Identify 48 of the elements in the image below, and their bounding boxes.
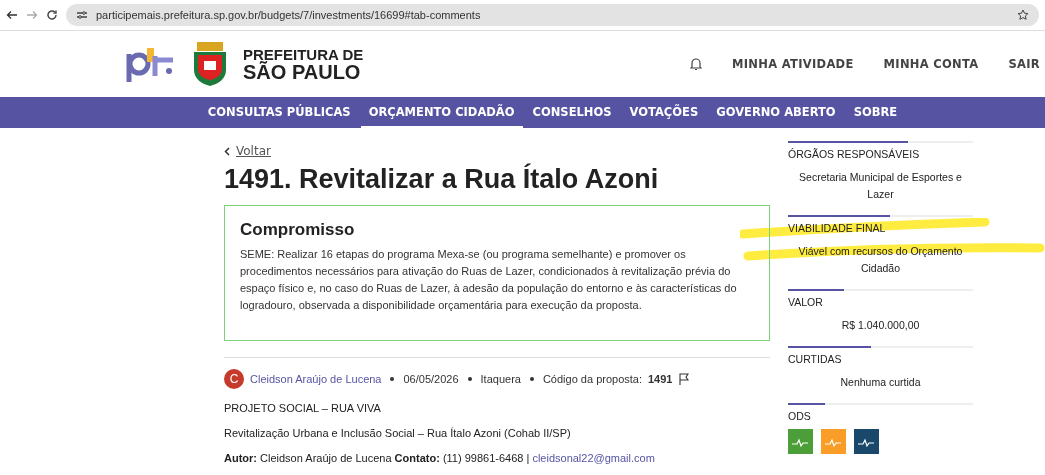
back-icon[interactable] bbox=[6, 10, 18, 20]
contact-text: Autor: Cleidson Araújo de Lucena Contato: (11) 99861-6468 | bbox=[224, 452, 530, 464]
commitment-text: SEME: Realizar 16 etapas do programa Mexa-se (ou programa semelhante) e promover os procedimentos necessários para ativação do Ruas de Lazer, condicionados à revitalização prévia do espaço físico e, no caso do Ruas de Lazer, à adesão da população do entorno e às características do logradouro, observada a disponibilidade orçamentária para execução da proposta. bbox=[240, 247, 738, 313]
header-link[interactable]: MINHA CONTA bbox=[883, 57, 979, 71]
separator-dot-icon bbox=[529, 377, 534, 381]
goal-tile-icon[interactable] bbox=[788, 429, 813, 454]
sidebar-value: R$ 1.040.000,00 bbox=[840, 318, 921, 333]
district-text: Itaquera bbox=[480, 373, 521, 385]
sidebar-heading: ÓRGÃOS RESPONSÁVEIS bbox=[788, 148, 921, 160]
sidebar-value: Secretaria Municipal de Esportes e Lazer bbox=[798, 170, 963, 202]
notification-bell-icon[interactable] bbox=[690, 57, 703, 71]
sidebar-value: Nenhuma curtida bbox=[839, 375, 922, 390]
back-link[interactable]: Voltar bbox=[236, 144, 271, 158]
reload-icon[interactable] bbox=[46, 9, 58, 21]
sidebar-heading: CURTIDAS bbox=[788, 353, 843, 365]
page-title: 1491. Revitalizar a Rua Ítalo Azoni bbox=[224, 164, 660, 195]
address-bar[interactable]: participemais.prefeitura.sp.gov.br/budgets/7/investments/16699#tab-comments bbox=[66, 4, 1039, 26]
coat-of-arms-icon[interactable] bbox=[191, 41, 229, 87]
separator-dot-icon bbox=[390, 377, 395, 381]
logo-text: PREFEITURA DE bbox=[243, 46, 364, 62]
avatar: C bbox=[224, 369, 244, 389]
card-title: Compromisso bbox=[240, 220, 356, 240]
author-link[interactable]: Cleidson Araújo de Lucena bbox=[250, 373, 382, 385]
body-text: Revitalização Urbana e Inclusão Social – Rua Ítalo Azoni (Cohab II/SP) bbox=[224, 427, 572, 439]
goal-tile-icon[interactable] bbox=[821, 429, 846, 454]
code-label: Código da proposta: bbox=[542, 373, 642, 385]
nav-tab[interactable]: GOVERNO ABERTO bbox=[708, 97, 844, 128]
flag-icon[interactable] bbox=[678, 373, 691, 385]
header-link[interactable]: MINHA ATIVIDADE bbox=[732, 57, 854, 71]
nav-tab[interactable]: SOBRE bbox=[845, 97, 906, 128]
header-link[interactable]: SAIR bbox=[1008, 57, 1040, 71]
bookmark-star-icon[interactable] bbox=[1017, 9, 1029, 21]
nav-tab[interactable]: VOTAÇÕES bbox=[621, 97, 707, 128]
separator-dot-icon bbox=[467, 377, 472, 381]
logo-text: SÃO PAULO bbox=[243, 61, 361, 82]
site-settings-icon[interactable] bbox=[76, 10, 88, 20]
code-value: 1491 bbox=[648, 373, 673, 385]
sidebar-heading: VIABILIDADE FINAL bbox=[788, 222, 887, 234]
nav-tab[interactable]: ORÇAMENTO CIDADÃO bbox=[360, 97, 523, 128]
sidebar-heading: VALOR bbox=[788, 296, 824, 308]
body-text: PROJETO SOCIAL – RUA VIVA bbox=[224, 402, 382, 414]
date-text: 06/05/2026 bbox=[403, 373, 459, 385]
email-link[interactable]: cleidsonal22@gmail.com bbox=[532, 452, 655, 464]
goal-tile-icon[interactable] bbox=[854, 429, 879, 454]
nav-tab[interactable]: CONSELHOS bbox=[524, 97, 620, 128]
nav-tab[interactable]: CONSULTAS PÚBLICAS bbox=[199, 97, 359, 128]
chevron-left-icon bbox=[224, 146, 230, 156]
sidebar-heading: ODS bbox=[788, 410, 812, 422]
